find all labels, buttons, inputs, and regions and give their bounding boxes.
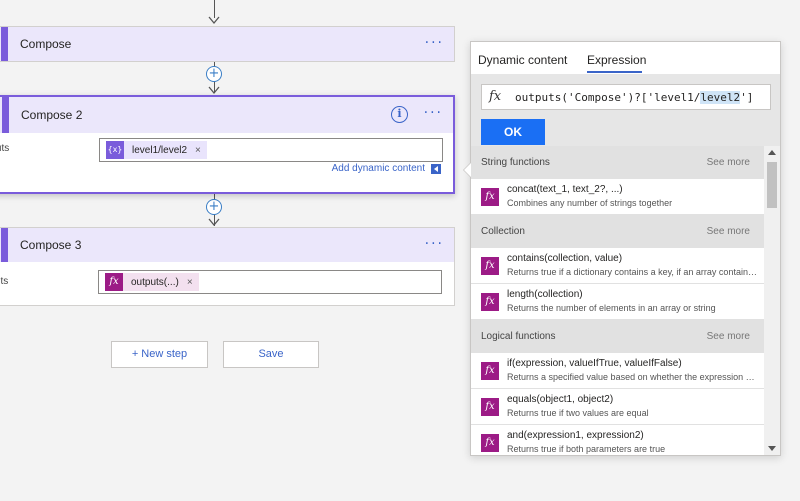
function-list-scrollbar[interactable] (764, 146, 780, 455)
function-signature: concat(text_1, text_2?, ...) (507, 184, 623, 195)
add-dynamic-content-link[interactable]: Add dynamic content (332, 163, 441, 174)
function-description: Returns the number of elements in an arr… (507, 303, 716, 313)
function-item-length[interactable]: fx length(collection) Returns the number… (471, 284, 764, 320)
action-icon (1, 228, 8, 262)
expression-input[interactable]: fx outputs('Compose')?['level1/level2'] (481, 84, 771, 110)
fx-icon: fx (481, 362, 499, 380)
tab-expression[interactable]: Expression (587, 53, 646, 67)
fx-icon: fx (489, 89, 502, 104)
collapse-panel-icon[interactable] (431, 163, 441, 174)
function-item-contains[interactable]: fx contains(collection, value) Returns t… (471, 248, 764, 284)
remove-token-icon[interactable]: × (195, 145, 201, 156)
fx-icon: fx (481, 257, 499, 275)
fx-icon: fx (481, 398, 499, 416)
tab-dynamic-content[interactable]: Dynamic content (478, 53, 567, 67)
fx-icon: fx (481, 434, 499, 452)
token-label: level1/level2 (132, 144, 188, 156)
panel-tabs: Dynamic content Expression (471, 42, 780, 74)
add-dynamic-content-label: Add dynamic content (331, 163, 425, 174)
scrollbar-thumb[interactable] (767, 162, 777, 208)
save-button[interactable]: Save (223, 341, 319, 368)
expression-token[interactable]: fx outputs(...) × (105, 273, 199, 291)
function-description: Combines any number of strings together (507, 198, 673, 208)
function-description: Returns true if a dictionary contains a … (507, 267, 757, 277)
section-title: String functions (481, 157, 550, 168)
info-icon[interactable]: i (391, 106, 408, 123)
expression-editor-area: fx outputs('Compose')?['level1/level2'] … (471, 74, 780, 146)
see-more-link[interactable]: See more (707, 157, 750, 168)
card-title: Compose 3 (20, 238, 82, 252)
function-item-and[interactable]: fx and(expression1, expression2) Returns… (471, 425, 764, 455)
fx-icon: fx (481, 293, 499, 311)
function-item-concat[interactable]: fx concat(text_1, text_2?, ...) Combines… (471, 179, 764, 215)
function-signature: length(collection) (507, 289, 583, 300)
compose-3-card-header[interactable]: Compose 3 ··· (0, 228, 454, 262)
compose-2-card[interactable]: Compose 2 i ··· Inputs {x} level1/level2… (0, 95, 455, 194)
section-collection: Collection See more (471, 215, 764, 248)
inputs-field[interactable]: fx outputs(...) × (98, 270, 442, 294)
function-signature: if(expression, valueIfTrue, valueIfFalse… (507, 358, 682, 369)
function-item-equals[interactable]: fx equals(object1, object2) Returns true… (471, 389, 764, 425)
inputs-label: Inputs (0, 143, 10, 154)
more-options-icon[interactable]: ··· (425, 36, 444, 50)
section-string-functions: String functions See more (471, 146, 764, 179)
remove-token-icon[interactable]: × (187, 277, 193, 288)
dynamic-content-panel: Dynamic content Expression fx outputs('C… (463, 41, 781, 456)
expression-text-before: outputs('Compose')?['level1/ (515, 91, 701, 104)
compose-card-header[interactable]: Compose ··· (0, 27, 454, 61)
function-description: Returns true if both parameters are true (507, 444, 666, 454)
card-title: Compose (20, 37, 72, 51)
inputs-field[interactable]: {x} level1/level2 × (99, 138, 443, 162)
arrow-down-icon (208, 86, 220, 95)
function-list[interactable]: String functions See more fx concat(text… (471, 146, 764, 455)
function-signature: and(expression1, expression2) (507, 430, 644, 441)
variable-icon: {x} (106, 141, 124, 159)
see-more-link[interactable]: See more (707, 226, 750, 237)
inputs-label: Inputs (0, 276, 9, 287)
function-description: Returns a specified value based on wheth… (507, 372, 757, 382)
arrow-down-icon (208, 16, 220, 25)
section-logical-functions: Logical functions See more (471, 320, 764, 353)
active-tab-indicator (587, 71, 642, 73)
action-icon (1, 27, 8, 61)
compose-card[interactable]: Compose ··· (0, 26, 455, 62)
expression-text-after: '] (740, 91, 754, 104)
function-signature: contains(collection, value) (507, 253, 623, 264)
compose-2-card-header[interactable]: Compose 2 i ··· (0, 97, 453, 133)
ok-button[interactable]: OK (481, 119, 545, 145)
section-title: Collection (481, 226, 525, 237)
insert-step-plus-icon[interactable]: + (206, 199, 222, 215)
scroll-up-icon[interactable] (768, 150, 776, 155)
section-title: Logical functions (481, 331, 556, 342)
arrow-down-icon (208, 218, 220, 227)
fx-icon: fx (481, 188, 499, 206)
more-options-icon[interactable]: ··· (424, 106, 443, 120)
see-more-link[interactable]: See more (707, 331, 750, 342)
dynamic-token[interactable]: {x} level1/level2 × (106, 141, 207, 159)
fx-icon: fx (105, 273, 123, 291)
card-title: Compose 2 (21, 108, 83, 122)
more-options-icon[interactable]: ··· (425, 237, 444, 251)
token-label: outputs(...) (131, 276, 179, 288)
action-icon (2, 97, 9, 133)
expression-text-selected: level2 (700, 91, 741, 104)
scroll-down-icon[interactable] (768, 446, 776, 451)
expression-text: outputs('Compose')?['level1/level2'] (515, 91, 753, 104)
function-description: Returns true if two values are equal (507, 408, 649, 418)
panel-pointer (463, 162, 471, 178)
new-step-button[interactable]: + New step (111, 341, 208, 368)
function-signature: equals(object1, object2) (507, 394, 614, 405)
function-item-if[interactable]: fx if(expression, valueIfTrue, valueIfFa… (471, 353, 764, 389)
compose-3-card[interactable]: Compose 3 ··· Inputs fx outputs(...) × (0, 227, 455, 306)
insert-step-plus-icon[interactable]: + (206, 66, 222, 82)
